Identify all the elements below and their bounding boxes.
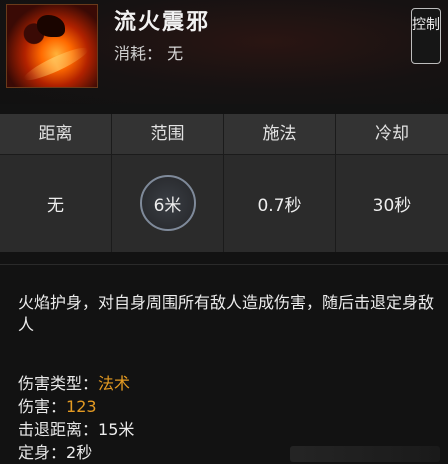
skill-header: 流火震邪 消耗： 无 控制: [0, 0, 448, 104]
fire-skill-icon[interactable]: [6, 4, 98, 88]
skill-cost: 消耗： 无: [114, 40, 183, 64]
stat-value: 0.7秒: [257, 195, 302, 216]
attr-value: 15米: [98, 420, 135, 439]
figure-silhouette: [37, 15, 65, 37]
cost-label: 消耗：: [114, 44, 163, 63]
attr-root: 定身：2秒: [18, 441, 318, 464]
stat-header: 范围: [112, 114, 223, 155]
attr-label: 击退距离：: [18, 420, 99, 439]
cost-value: 无: [167, 44, 184, 63]
skill-description: 火焰护身，对自身周围所有敌人造成伤害，随后击退定身敌人: [18, 293, 435, 334]
section-divider: [0, 264, 448, 265]
range-circle-badge[interactable]: 6米: [139, 175, 196, 231]
control-type-tag: 控制: [411, 8, 441, 64]
stat-header: 施法: [224, 114, 335, 155]
stat-cooldown: 冷却 30秒: [336, 114, 448, 252]
skill-name: 流火震邪: [114, 10, 211, 35]
stat-distance: 距离 无: [0, 114, 112, 252]
skill-stats-table: 距离 无 范围 6米 施法 0.7秒 冷却 30秒: [0, 114, 448, 252]
skill-attributes: 伤害类型：法术 伤害：123 击退距离：15米 定身：2秒: [18, 372, 318, 464]
attr-value: 123: [66, 397, 97, 416]
range-value: 6米: [153, 195, 182, 216]
watermark: [290, 446, 440, 462]
stat-range: 范围 6米: [112, 114, 224, 252]
attr-value: 2秒: [66, 443, 93, 462]
stat-header: 冷却: [336, 114, 448, 155]
stat-value: 无: [47, 195, 64, 216]
stat-cast: 施法 0.7秒: [224, 114, 336, 252]
stat-value-wrap: 6米: [112, 154, 223, 252]
attr-knockback: 击退距离：15米: [18, 418, 318, 441]
fire-flare-decoration: [21, 42, 91, 86]
stat-header: 距离: [0, 114, 111, 155]
attr-label: 伤害类型：: [18, 374, 99, 393]
attr-value: 法术: [98, 374, 131, 393]
stat-value: 30秒: [372, 195, 412, 216]
attr-damage: 伤害：123: [18, 395, 318, 418]
attr-damage-type: 伤害类型：法术: [18, 372, 318, 395]
attr-label: 伤害：: [18, 397, 67, 416]
attr-label: 定身：: [18, 443, 67, 462]
